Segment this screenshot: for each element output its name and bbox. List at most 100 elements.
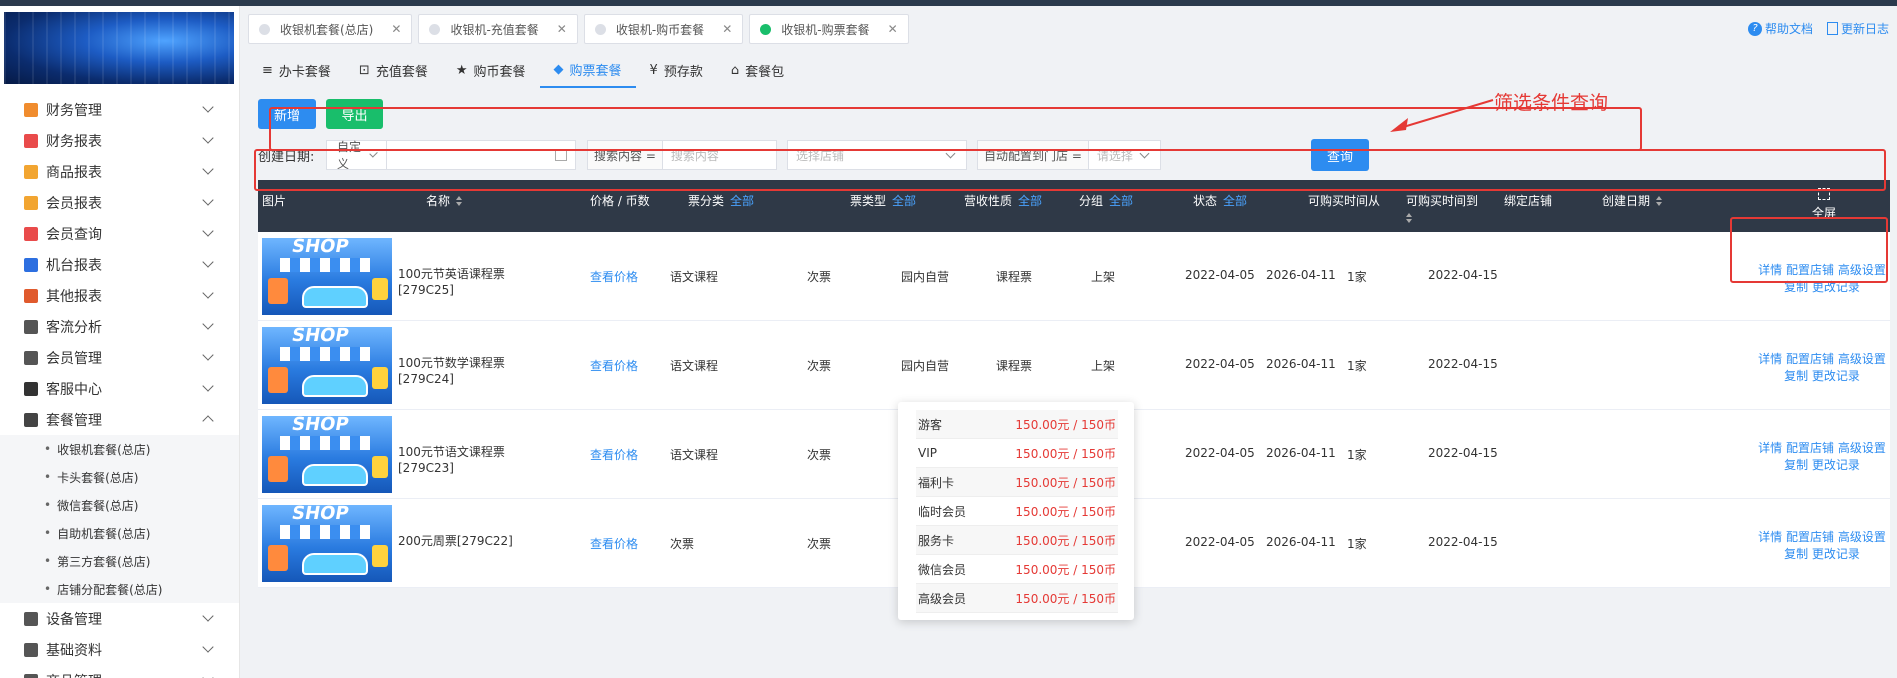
sidebar-item[interactable]: 会员报表 <box>0 187 239 218</box>
sub-tabs: ≡ 办卡套餐 ⊡ 充值套餐 ★ 购币套餐 ◆ 购票套餐 ¥ 预存款 ⌂ 套餐包 <box>248 52 798 88</box>
sub-tab[interactable]: ≡ 办卡套餐 <box>248 52 345 88</box>
annotation-text: 筛选条件查询 <box>1494 92 1609 114</box>
change-history-link[interactable]: 更改记录 <box>1812 369 1860 383</box>
col-image: 图片 <box>262 194 287 208</box>
col-created[interactable]: 创建日期 <box>1602 192 1663 209</box>
cell-price[interactable]: 查看价格 <box>590 357 638 374</box>
sidebar-item[interactable]: 财务管理 <box>0 94 239 125</box>
copy-link[interactable]: 复制 <box>1784 458 1808 472</box>
ticket-type-filter[interactable]: 全部 <box>892 192 916 209</box>
page-tab[interactable]: 收银机-购票套餐 ✕ <box>749 14 909 44</box>
cell-category: 语文课程 <box>670 448 719 462</box>
sidebar-item[interactable]: 客服中心 <box>0 373 239 404</box>
page-tab-label: 收银机-购币套餐 <box>615 22 705 37</box>
cell-ticket-type: 次票 <box>807 359 832 373</box>
sidebar-item[interactable]: 套餐管理 <box>0 404 239 435</box>
advanced-settings-link[interactable]: 高级设置 <box>1838 530 1886 544</box>
cell-price[interactable]: 查看价格 <box>590 535 638 552</box>
sidebar-item[interactable]: 财务报表 <box>0 125 239 156</box>
config-store-link[interactable]: 配置店铺 <box>1786 352 1834 366</box>
member-type: 福利卡 <box>918 475 955 490</box>
cell-price[interactable]: 查看价格 <box>590 446 638 463</box>
status-filter[interactable]: 全部 <box>1223 192 1247 209</box>
col-buy-to[interactable]: 可购买时间到 <box>1406 192 1478 223</box>
sidebar-item[interactable]: 客流分析 <box>0 311 239 342</box>
sidebar-subitem[interactable]: 第三方套餐(总店) <box>0 547 239 575</box>
close-icon[interactable]: ✕ <box>888 22 898 36</box>
page-tab[interactable]: 收银机-购币套餐 ✕ <box>583 14 744 44</box>
sidebar-item[interactable]: 机台报表 <box>0 249 239 280</box>
sub-tab[interactable]: ◆ 购票套餐 <box>539 52 636 88</box>
main-area: 收银机套餐(总店) ✕ 收银机-充值套餐 ✕ 收银机-购币套餐 ✕ 收银机-购票套餐 ✕ ? 帮… <box>248 6 1897 678</box>
copy-link[interactable]: 复制 <box>1784 547 1808 561</box>
sidebar-item[interactable]: 会员管理 <box>0 342 239 373</box>
close-icon[interactable]: ✕ <box>722 22 732 36</box>
detail-link[interactable]: 详情 <box>1758 441 1782 455</box>
sidebar-item[interactable]: 会员查询 <box>0 218 239 249</box>
advanced-settings-link[interactable]: 高级设置 <box>1838 441 1886 455</box>
menu-icon <box>24 381 38 396</box>
sidebar-subitem[interactable]: 店铺分配套餐(总店) <box>0 575 239 603</box>
sub-tab[interactable]: ¥ 预存款 <box>636 52 717 88</box>
menu-icon <box>24 164 38 179</box>
change-history-link[interactable]: 更改记录 <box>1812 547 1860 561</box>
price-value: 150.00元 / 150币 <box>1015 504 1116 519</box>
col-revenue[interactable]: 营收性质 全部 <box>964 192 1042 209</box>
annotation-arrow <box>1390 99 1494 132</box>
help-link[interactable]: ? 帮助文档 <box>1747 20 1813 37</box>
chevron-icon <box>202 641 214 653</box>
cell-buy-from: 2022-04-05 <box>1185 446 1255 460</box>
col-name[interactable]: 名称 <box>426 192 463 209</box>
sub-tab[interactable]: ★ 购币套餐 <box>442 52 540 88</box>
product-thumbnail: SHOP <box>262 416 392 493</box>
page-tab-label: 收银机-充值套餐 <box>450 22 539 37</box>
header-highlight-box <box>254 149 1886 191</box>
detail-link[interactable]: 详情 <box>1758 352 1782 366</box>
close-icon[interactable]: ✕ <box>391 22 401 36</box>
change-history-link[interactable]: 更改记录 <box>1812 458 1860 472</box>
category-filter[interactable]: 全部 <box>730 192 754 209</box>
cell-ticket-type: 次票 <box>807 537 832 551</box>
sidebar-subitem[interactable]: 微信套餐(总店) <box>0 491 239 519</box>
col-category[interactable]: 票分类 全部 <box>688 192 754 209</box>
sub-tab[interactable]: ⌂ 套餐包 <box>717 52 798 88</box>
col-buy-from: 可购买时间从 <box>1308 194 1381 208</box>
sidebar-subitem[interactable]: 自助机套餐(总店) <box>0 519 239 547</box>
changelog-link[interactable]: 更新日志 <box>1826 20 1889 37</box>
close-icon[interactable]: ✕ <box>557 22 567 36</box>
menu-icon <box>24 226 38 241</box>
page-tab[interactable]: 收银机-充值套餐 ✕ <box>418 14 578 44</box>
col-status[interactable]: 状态 全部 <box>1193 192 1247 209</box>
sort-icon[interactable] <box>1406 213 1412 223</box>
sidebar-item[interactable]: 商品报表 <box>0 156 239 187</box>
sidebar-item[interactable]: 设备管理 <box>0 603 239 634</box>
status-dot-icon <box>259 23 270 35</box>
col-group[interactable]: 分组 全部 <box>1079 192 1133 209</box>
sidebar-subitem[interactable]: 卡头套餐(总店) <box>0 463 239 491</box>
detail-link[interactable]: 详情 <box>1758 530 1782 544</box>
cell-price[interactable]: 查看价格 <box>590 268 638 285</box>
sort-icon[interactable] <box>1656 195 1663 206</box>
col-ticket-type[interactable]: 票类型 全部 <box>850 192 916 209</box>
chevron-icon <box>202 380 214 392</box>
sort-icon[interactable] <box>456 195 463 206</box>
sidebar-item-label: 基础资料 <box>46 642 102 659</box>
sidebar-item[interactable]: 其他报表 <box>0 280 239 311</box>
cell-store: 1家 <box>1347 537 1367 551</box>
sidebar-item[interactable]: 商品管理 <box>0 665 239 678</box>
cell-name: 100元节语文课程票[279C23] <box>398 445 505 475</box>
tab-icon: ¥ <box>649 62 658 78</box>
group-filter[interactable]: 全部 <box>1109 192 1133 209</box>
sidebar-item[interactable]: 基础资料 <box>0 634 239 665</box>
config-store-link[interactable]: 配置店铺 <box>1786 530 1834 544</box>
page-tab-label: 收银机-购票套餐 <box>781 22 870 37</box>
advanced-settings-link[interactable]: 高级设置 <box>1838 352 1886 366</box>
revenue-filter[interactable]: 全部 <box>1018 192 1042 209</box>
chevron-icon <box>202 415 214 427</box>
config-store-link[interactable]: 配置店铺 <box>1786 441 1834 455</box>
page-tab[interactable]: 收银机套餐(总店) ✕ <box>248 14 413 44</box>
copy-link[interactable]: 复制 <box>1784 369 1808 383</box>
chevron-icon <box>202 194 214 206</box>
sub-tab[interactable]: ⊡ 充值套餐 <box>345 52 442 88</box>
sidebar-subitem[interactable]: 收银机套餐(总店) <box>0 435 239 463</box>
